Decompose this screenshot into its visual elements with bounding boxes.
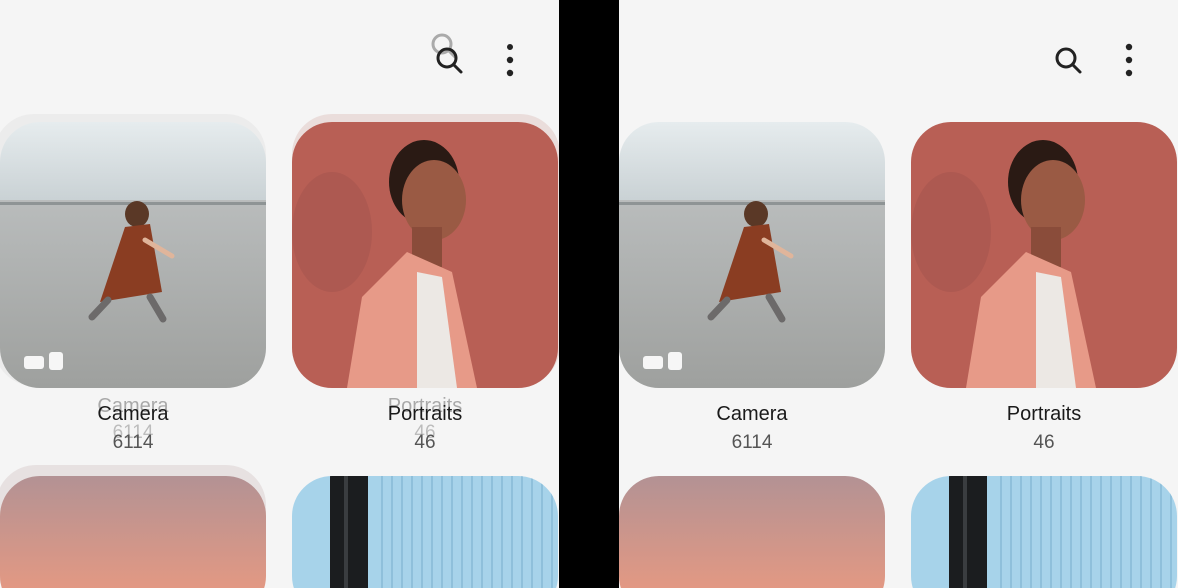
blue-album-thumbnail[interactable] (911, 476, 1177, 588)
blue-album-thumbnail[interactable] (292, 476, 558, 588)
camera-album-count: 6114 (731, 432, 773, 453)
camera-album-badge (643, 352, 682, 370)
gradient-album-thumbnail[interactable] (0, 476, 266, 588)
gallery-albums-panel: Camera 6114 Portraits 46 (619, 0, 1178, 588)
portraits-album-title: Portraits (387, 403, 463, 425)
panel-divider (559, 0, 619, 588)
camera-album-badge (24, 352, 63, 370)
gradient-album-thumbnail[interactable] (619, 476, 885, 588)
camera-album-thumbnail[interactable] (0, 122, 266, 388)
more-options-icon[interactable] (490, 40, 530, 80)
portraits-album-thumbnail[interactable] (911, 122, 1177, 388)
portraits-album-thumbnail[interactable] (292, 122, 558, 388)
portraits-album-count: 46 (1033, 432, 1055, 453)
portraits-album-count: 46 (414, 432, 436, 453)
search-icon[interactable] (1048, 40, 1088, 80)
camera-album-thumbnail[interactable] (619, 122, 885, 388)
portraits-album-title: Portraits (1006, 403, 1082, 425)
gallery-albums-transition-panel: Camera 6114 Portraits 46 Camera 6114 Por… (0, 0, 559, 588)
more-options-icon[interactable] (1109, 40, 1149, 80)
camera-album-title: Camera (716, 403, 788, 425)
search-icon[interactable] (429, 40, 469, 80)
camera-album-count: 6114 (112, 432, 154, 453)
camera-album-title: Camera (97, 403, 169, 425)
